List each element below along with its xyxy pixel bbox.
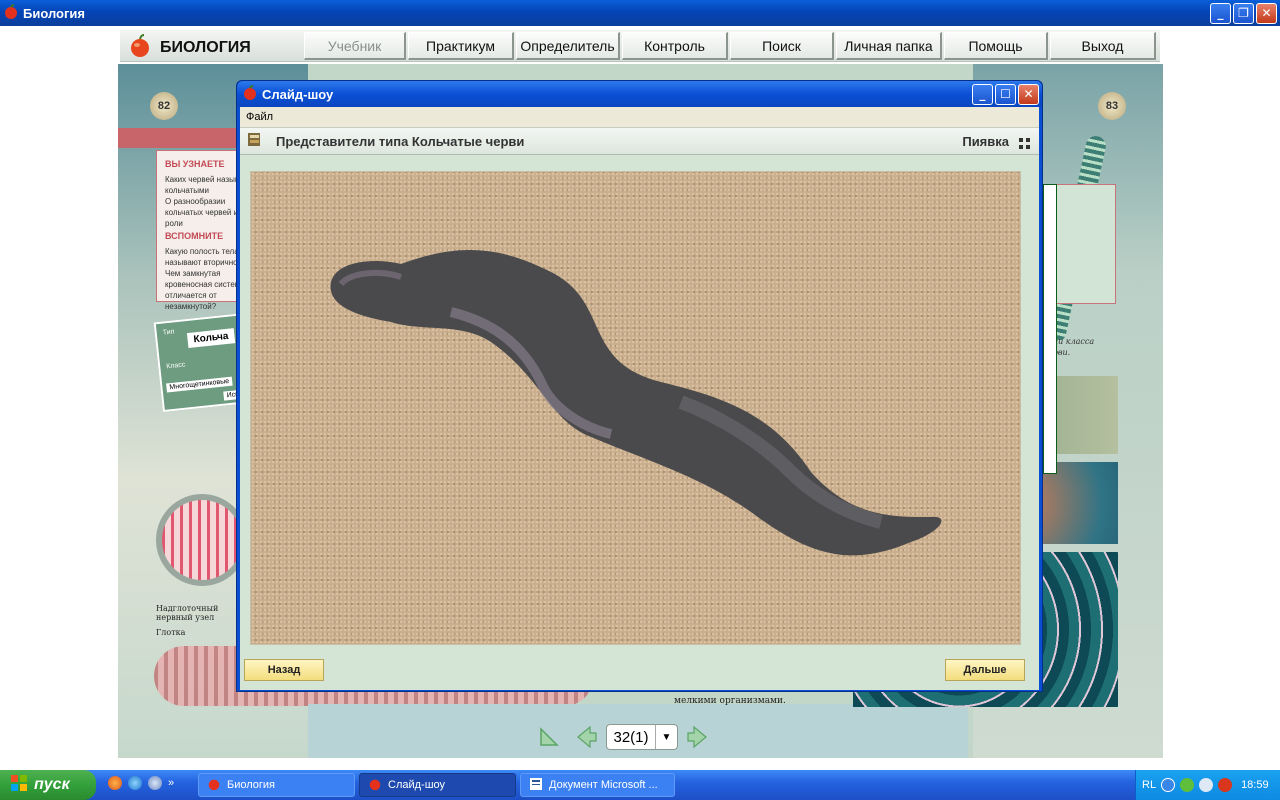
language-indicator[interactable]: RL [1142,779,1156,791]
slide-header: Представители типа Кольчатые черви Пиявк… [240,127,1039,155]
book-stack-icon [246,130,264,152]
slide-subject-label: Пиявка [962,133,1009,149]
apple-icon [3,3,19,23]
book-bottom-text: мелкими организмами. [674,696,786,706]
task-label: Слайд-шоу [388,779,446,791]
next-button[interactable]: Дальше [945,659,1025,681]
slideshow-titlebar: Слайд-шоу _ ☐ ✕ [237,81,1042,107]
slideshow-window: Слайд-шоу _ ☐ ✕ Файл Представители типа … [236,80,1043,692]
leech-photo [250,171,1021,645]
next-page-icon[interactable] [686,725,708,749]
diagram-label-ganglion: Надглоточный нервный узел [156,604,219,622]
task-biology[interactable]: Биология [198,773,355,797]
outer-window-title: Биология [23,5,85,21]
apple-logo-icon [128,34,152,62]
alert-icon[interactable] [1218,778,1233,792]
page-selector[interactable]: 32(1) ▼ [606,724,678,750]
minimize-button[interactable]: _ [1210,2,1231,24]
chevron-down-icon[interactable]: ▼ [655,725,677,749]
page-navigator: 32(1) ▼ [538,724,708,750]
quicklaunch-more[interactable]: » [168,777,174,789]
apple-icon [207,777,221,794]
page-number-left: 82 [150,92,178,120]
page-number: 32(1) [613,728,649,746]
menu-file[interactable]: Файл [246,111,273,123]
task-slideshow[interactable]: Слайд-шоу [359,773,516,797]
start-label: пуск [34,776,70,793]
slideshow-title: Слайд-шоу [262,86,334,102]
magnifier-illustration [156,494,248,586]
system-tray: RL 18:59 [1135,770,1280,800]
leech-illustration [330,250,942,556]
diagram-label-pharynx: Глотка [156,628,186,637]
apple-icon [242,84,258,104]
slide-content: Назад Дальше [240,155,1039,690]
menu-identifier[interactable]: Определитель [516,32,620,60]
menu-help[interactable]: Помощь [944,32,1048,60]
word-document-icon [529,777,543,794]
brand-title: БИОЛОГИЯ [160,39,251,56]
back-button[interactable]: Назад [244,659,324,681]
menu-textbook[interactable]: Учебник [304,32,406,60]
menu-search[interactable]: Поиск [730,32,834,60]
firefox-icon[interactable] [108,776,122,790]
chevron-left-icon[interactable] [1161,778,1176,792]
close-button[interactable]: ✕ [1018,83,1039,105]
slideshow-body: Файл Представители типа Кольчатые черви … [240,107,1039,690]
grid-icon[interactable] [1019,135,1031,154]
windows-logo-icon [10,774,28,797]
background-window-edge [1043,184,1057,474]
clock: 18:59 [1241,779,1269,791]
first-page-icon[interactable] [538,726,560,748]
media-player-icon[interactable] [128,776,142,790]
card-title: Кольча [186,328,236,349]
file-menubar: Файл [240,107,1039,127]
minimize-button[interactable]: _ [972,83,993,105]
taskbar: пуск » Биология Слайд-шоу Документ Micro… [0,770,1280,800]
menu-control[interactable]: Контроль [622,32,728,60]
prev-page-icon[interactable] [576,725,598,749]
card-line: Тип [162,328,175,337]
apple-icon [368,777,382,794]
browser-icon[interactable] [148,776,162,790]
maximize-button[interactable]: ☐ [995,83,1016,105]
page-number-right: 83 [1098,92,1126,120]
menu-personal-folder[interactable]: Личная папка [836,32,942,60]
network-icon[interactable] [1199,778,1214,792]
menu-buttons: Учебник Практикум Определитель Контроль … [304,30,1160,62]
close-button[interactable]: ✕ [1256,2,1277,24]
menu-exit[interactable]: Выход [1050,32,1156,60]
restore-button[interactable]: ❐ [1233,2,1254,24]
card-line: Класс [165,361,186,371]
outer-window-titlebar: Биология _ ❐ ✕ [0,0,1280,26]
start-button[interactable]: пуск [0,770,96,800]
task-label: Биология [227,779,276,791]
slide-topic-title: Представители типа Кольчатые черви [276,133,525,149]
menu-practicum[interactable]: Практикум [408,32,514,60]
task-word-document[interactable]: Документ Microsoft ... [520,773,675,797]
brand: БИОЛОГИЯ [128,34,251,62]
task-label: Документ Microsoft ... [549,779,658,791]
security-shield-icon[interactable] [1180,778,1195,792]
quick-launch: » [108,776,174,790]
card-line: Многощетинковые [166,376,233,393]
